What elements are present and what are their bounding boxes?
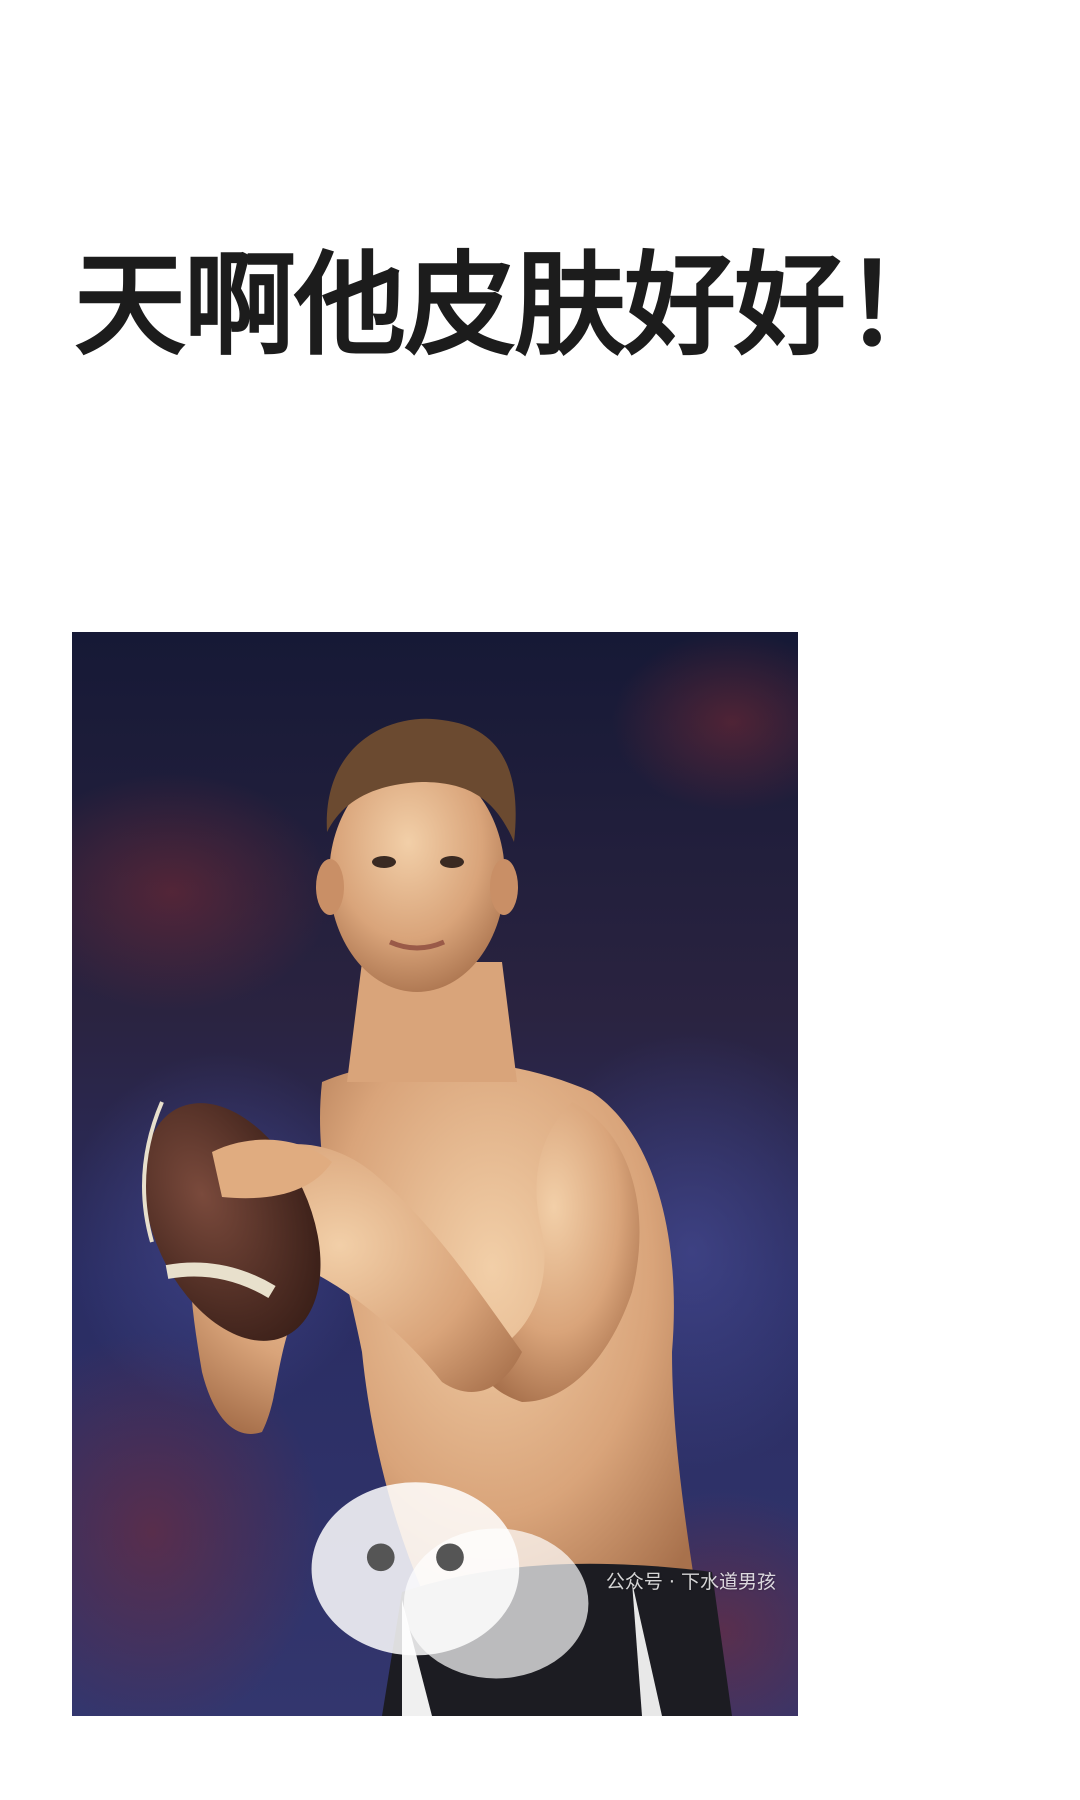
post-photo: 公众号 · 下水道男孩: [72, 632, 798, 1716]
watermark-text: 公众号 · 下水道男孩: [605, 1571, 776, 1594]
post-headline: 天啊他皮肤好好！: [74, 241, 956, 371]
watermark: 公众号 · 下水道男孩: [300, 1465, 776, 1696]
wechat-icon: [311, 1482, 589, 1679]
